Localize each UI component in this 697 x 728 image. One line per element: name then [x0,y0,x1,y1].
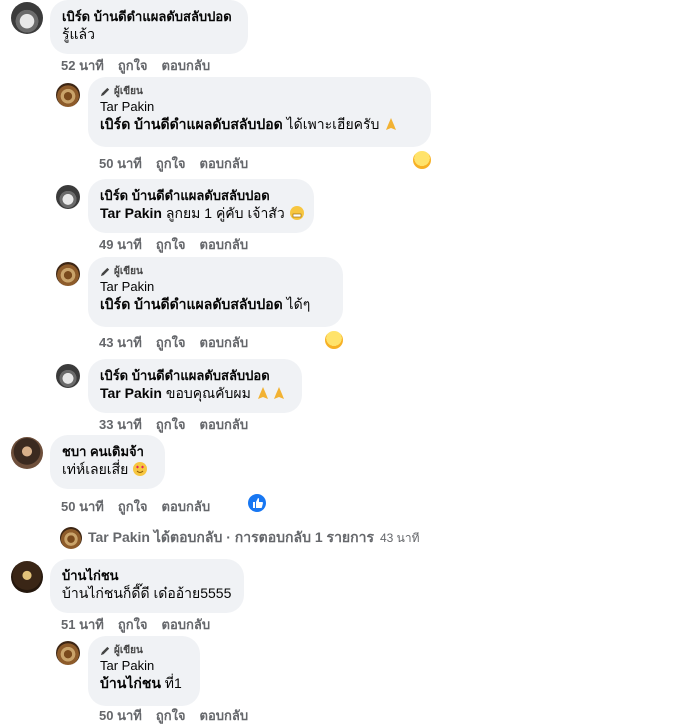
pencil-icon [100,267,110,277]
commenter-name[interactable]: Tar Pakin [100,98,419,115]
avatar[interactable] [11,2,43,34]
avatar[interactable] [11,561,43,593]
commenter-name[interactable]: เบิร์ด บ้านดีดำแผลดับสลับปอด [100,367,290,384]
like-button[interactable]: ถูกใจ [118,614,148,635]
mention-link[interactable]: เบิร์ด บ้านดีดำแผลดับสลับปอด [100,296,283,312]
comment-bubble: ผู้เขียน Tar Pakin บ้านไก่ชน ที่1 [88,636,200,706]
reply-button[interactable]: ตอบกลับ [200,705,249,726]
comment-body: ได้เพาะเฮียครับ [282,116,380,132]
author-badge-label: ผู้เขียน [114,266,143,277]
like-button[interactable]: ถูกใจ [156,234,186,255]
view-replies-link[interactable]: Tar Pakin ได้ตอบกลับ · การตอบกลับ 1 รายก… [60,527,420,549]
mention-link[interactable]: Tar Pakin [100,205,162,221]
comment-text: เท่ห์เลยเสี่ย [62,460,153,479]
comment-time[interactable]: 50 นาที [99,153,142,174]
reply-button[interactable]: ตอบกลับ [162,496,211,517]
commenter-name[interactable]: เบิร์ด บ้านดีดำแผลดับสลับปอด [100,187,302,204]
mention-link[interactable]: เบิร์ด บ้านดีดำแผลดับสลับปอด [100,116,283,132]
avatar[interactable] [56,641,80,665]
commenter-name[interactable]: บ้านไก่ชน [62,567,232,584]
comment-bubble: เบิร์ด บ้านดีดำแผลดับสลับปอด รู้แล้ว [50,0,248,54]
comment-time[interactable]: 43 นาที [99,332,142,353]
comment-text: Tar Pakin ลูกยม 1 คู่คับ เจ้าสัว [100,204,304,223]
reply-summary-text: Tar Pakin ได้ตอบกลับ · การตอบกลับ 1 รายก… [88,529,374,545]
comment-body: เท่ห์เลยเสี่ย [62,461,129,477]
like-button[interactable]: ถูกใจ [156,332,186,353]
comment-actions: 50 นาที ถูกใจ ตอบกลับ [99,705,248,726]
like-reaction-icon[interactable] [247,493,267,513]
comment-time[interactable]: 49 นาที [99,234,142,255]
comment-actions: 50 นาที ถูกใจ ตอบกลับ [99,153,248,174]
grin-emoji-icon [289,206,304,220]
avatar[interactable] [56,364,80,388]
comment-actions: 50 นาที ถูกใจ ตอบกลับ [61,496,210,517]
comment-time[interactable]: 52 นาที [61,55,104,76]
heart-eyes-emoji-icon [133,462,148,476]
commenter-name[interactable]: Tar Pakin [100,278,331,295]
like-button[interactable]: ถูกใจ [118,496,148,517]
comment-text: บ้านไก่ชน ที่1 [100,674,188,693]
comment-body: ที่1 [160,675,182,691]
comment-bubble: ผู้เขียน Tar Pakin เบิร์ด บ้านดีดำแผลดับ… [88,257,343,327]
reply-button[interactable]: ตอบกลับ [162,614,211,635]
comment-actions: 49 นาที ถูกใจ ตอบกลับ [99,234,248,255]
comment-actions: 51 นาที ถูกใจ ตอบกลับ [61,614,210,635]
pencil-icon [100,646,110,656]
comment-bubble: บ้านไก่ชน บ้านไก่ชนก็ดี๊ดี เด๋ออ้าย5555 [50,559,244,613]
author-badge: ผู้เขียน [100,85,419,98]
comment-time[interactable]: 33 นาที [99,414,142,435]
like-button[interactable]: ถูกใจ [156,153,186,174]
like-button[interactable]: ถูกใจ [156,705,186,726]
avatar[interactable] [56,83,80,107]
comment-bubble: ผู้เขียน Tar Pakin เบิร์ด บ้านดีดำแผลดับ… [88,77,431,147]
pray-emoji-icon [386,118,397,130]
author-badge-label: ผู้เขียน [114,645,143,656]
comment-text: เบิร์ด บ้านดีดำแผลดับสลับปอด ได้เพาะเฮีย… [100,115,419,134]
avatar[interactable] [56,185,80,209]
wow-reaction-icon[interactable] [324,330,344,350]
commenter-name[interactable]: เบิร์ด บ้านดีดำแผลดับสลับปอด [62,8,236,25]
pray-emoji-icon [257,387,268,399]
comment-bubble: เบิร์ด บ้านดีดำแผลดับสลับปอด Tar Pakin ล… [88,179,314,233]
avatar[interactable] [56,262,80,286]
comment-time[interactable]: 50 นาที [99,705,142,726]
author-badge-label: ผู้เขียน [114,86,143,97]
comment-time[interactable]: 50 นาที [61,496,104,517]
mention-link[interactable]: Tar Pakin [100,385,162,401]
reply-summary-time: 43 นาที [380,530,420,545]
comment-body: ได้ๆ [282,296,311,312]
comment-text: Tar Pakin ขอบคุณคับผม [100,384,290,403]
reply-button[interactable]: ตอบกลับ [200,234,249,255]
reply-button[interactable]: ตอบกลับ [200,153,249,174]
comment-body: ขอบคุณคับผม [162,385,251,401]
comment-bubble: เบิร์ด บ้านดีดำแผลดับสลับปอด Tar Pakin ข… [88,359,302,413]
pray-emoji-icon [273,387,284,399]
reply-button[interactable]: ตอบกลับ [200,414,249,435]
commenter-name[interactable]: Tar Pakin [100,657,188,674]
like-button[interactable]: ถูกใจ [118,55,148,76]
comment-actions: 43 นาที ถูกใจ ตอบกลับ [99,332,248,353]
pencil-icon [100,87,110,97]
comment-bubble: ชบา คนเดิมจ้า เท่ห์เลยเสี่ย [50,435,165,489]
avatar [60,527,82,549]
wow-reaction-icon[interactable] [412,150,432,170]
comment-time[interactable]: 51 นาที [61,614,104,635]
author-badge: ผู้เขียน [100,644,188,657]
comment-actions: 33 นาที ถูกใจ ตอบกลับ [99,414,248,435]
reply-button[interactable]: ตอบกลับ [200,332,249,353]
reply-button[interactable]: ตอบกลับ [162,55,211,76]
comment-actions: 52 นาที ถูกใจ ตอบกลับ [61,55,210,76]
comment-text: บ้านไก่ชนก็ดี๊ดี เด๋ออ้าย5555 [62,585,232,601]
comment-text: เบิร์ด บ้านดีดำแผลดับสลับปอด ได้ๆ [100,295,331,314]
like-button[interactable]: ถูกใจ [156,414,186,435]
comment-body: ลูกยม 1 คู่คับ เจ้าสัว [162,205,285,221]
avatar[interactable] [11,437,43,469]
commenter-name[interactable]: ชบา คนเดิมจ้า [62,443,153,460]
comment-text: รู้แล้ว [62,26,95,42]
mention-link[interactable]: บ้านไก่ชน [100,675,161,691]
author-badge: ผู้เขียน [100,265,331,278]
